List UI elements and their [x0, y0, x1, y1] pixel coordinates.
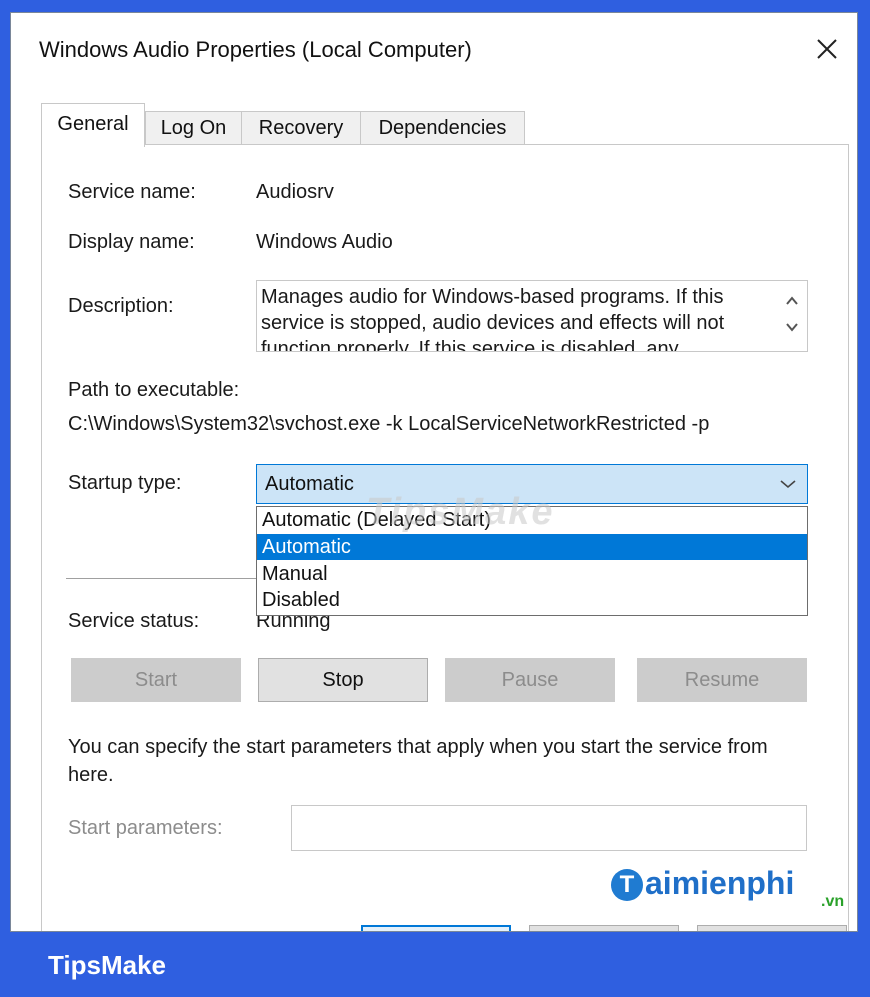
- scroll-down-icon[interactable]: [784, 319, 800, 335]
- pause-button[interactable]: Pause: [445, 658, 615, 702]
- watermark-logo: TipsMake: [366, 491, 555, 533]
- display-name-value: Windows Audio: [256, 231, 393, 253]
- option-disabled[interactable]: Disabled: [257, 587, 807, 613]
- service-name-label: Service name:: [68, 181, 196, 203]
- title-bar: Windows Audio Properties (Local Computer…: [11, 13, 857, 91]
- logo-badge-icon: T: [611, 869, 643, 901]
- option-manual[interactable]: Manual: [257, 561, 807, 587]
- description-scrollbar[interactable]: [777, 281, 807, 351]
- logo-word: aimienphi: [645, 865, 795, 901]
- startup-type-value: Automatic: [265, 473, 354, 495]
- cancel-button[interactable]: [529, 925, 679, 931]
- blue-frame: [0, 0, 870, 12]
- apply-button[interactable]: [697, 925, 847, 931]
- startup-type-label: Startup type:: [68, 472, 182, 494]
- window-title: Windows Audio Properties (Local Computer…: [39, 37, 472, 62]
- option-automatic[interactable]: Automatic: [257, 534, 807, 560]
- start-parameters-hint: You can specify the start parameters tha…: [68, 736, 768, 786]
- logo-suffix: .vn: [821, 893, 845, 910]
- start-button[interactable]: Start: [71, 658, 241, 702]
- tab-general[interactable]: General: [41, 103, 145, 147]
- footer-brand: TipsMake: [48, 950, 167, 980]
- footer-banner: TipsMake: [0, 932, 870, 997]
- chevron-down-icon[interactable]: [779, 477, 797, 491]
- start-parameters-label: Start parameters:: [68, 817, 223, 839]
- tab-log-on[interactable]: Log On: [145, 111, 242, 145]
- description-box[interactable]: Manages audio for Windows-based programs…: [256, 280, 808, 352]
- close-icon[interactable]: [809, 31, 845, 67]
- path-value: C:\Windows\System32\svchost.exe -k Local…: [68, 413, 710, 435]
- path-label: Path to executable:: [68, 379, 240, 401]
- tab-dependencies[interactable]: Dependencies: [360, 111, 525, 145]
- service-status-label: Service status:: [68, 610, 200, 632]
- start-parameters-input[interactable]: [291, 805, 807, 851]
- stop-button[interactable]: Stop: [258, 658, 428, 702]
- separator-line: [66, 578, 256, 579]
- display-name-label: Display name:: [68, 231, 195, 253]
- resume-button[interactable]: Resume: [637, 658, 807, 702]
- properties-dialog: Windows Audio Properties (Local Computer…: [10, 12, 858, 932]
- tab-recovery[interactable]: Recovery: [241, 111, 361, 145]
- scroll-up-icon[interactable]: [784, 293, 800, 309]
- description-text: Manages audio for Windows-based programs…: [261, 286, 725, 352]
- service-name-value: Audiosrv: [256, 181, 334, 203]
- description-label: Description:: [68, 295, 174, 317]
- ok-button[interactable]: [361, 925, 511, 931]
